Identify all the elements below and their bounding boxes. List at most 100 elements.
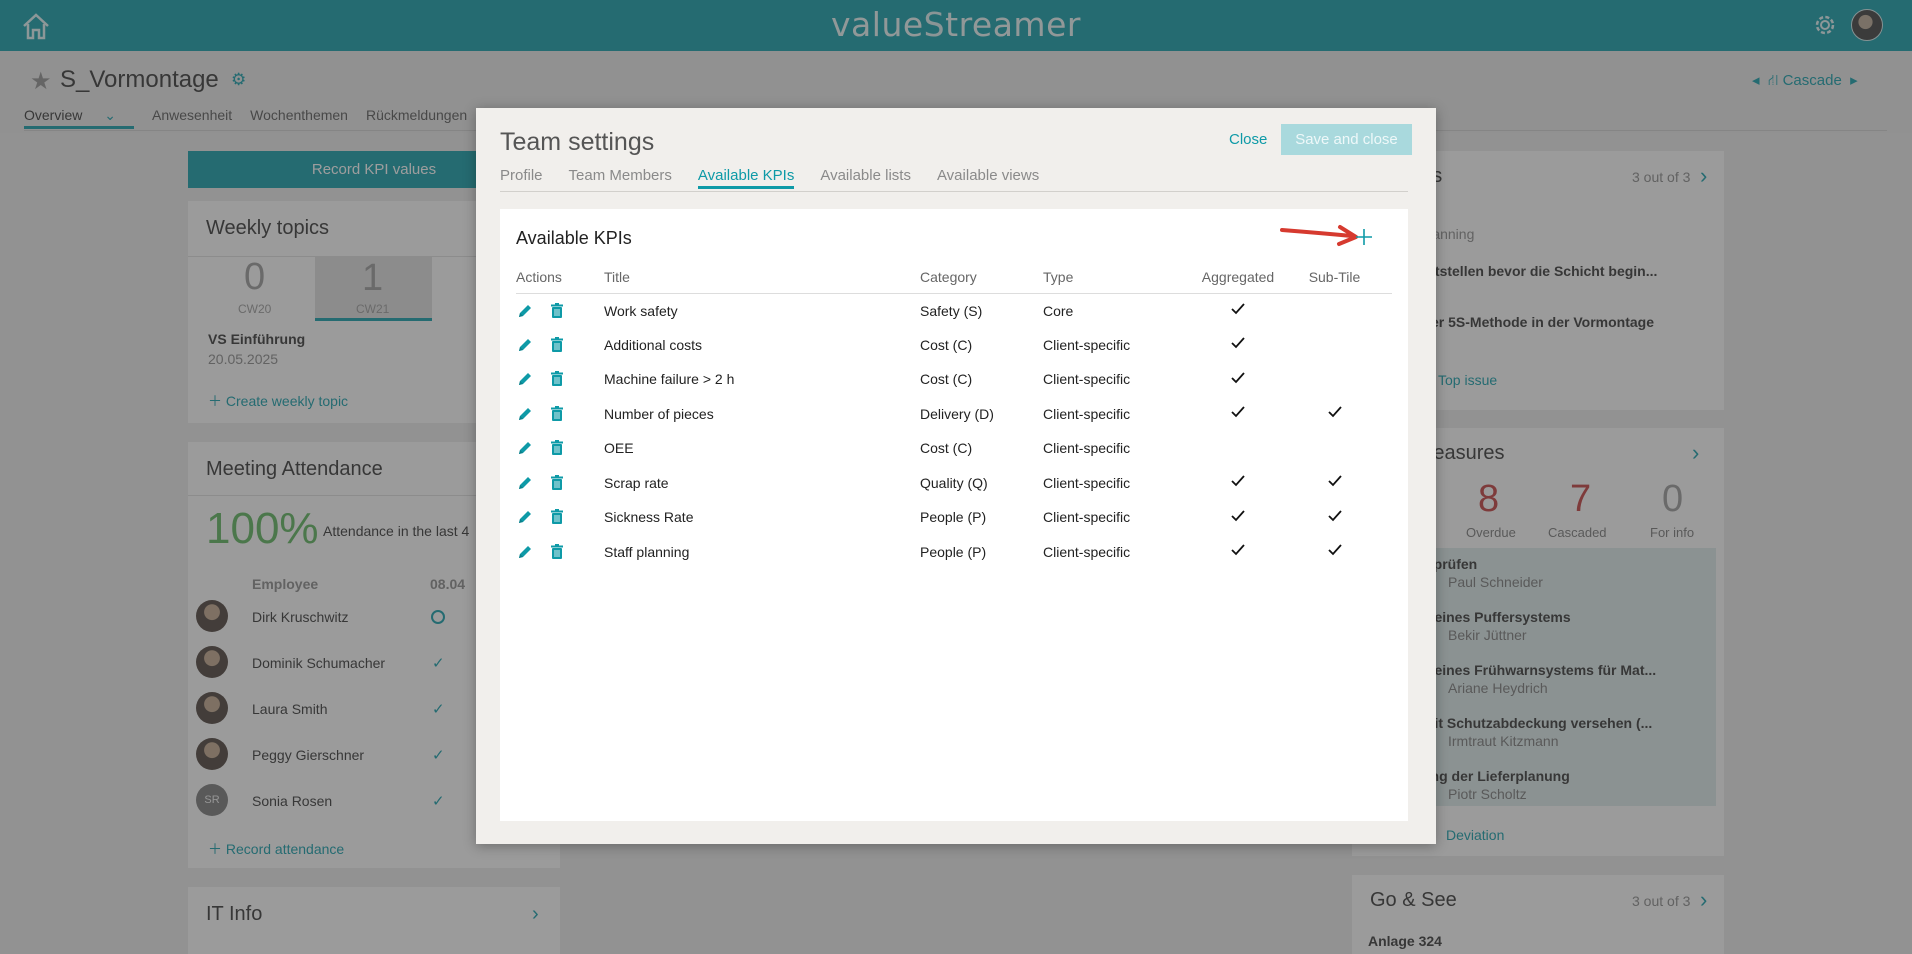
kpi-category: Safety (S) xyxy=(920,302,983,319)
kpi-subtile xyxy=(1293,362,1376,397)
row-actions xyxy=(516,362,604,397)
checkmark-icon xyxy=(1230,371,1246,385)
row-spacer xyxy=(1376,293,1392,328)
kpi-aggregated xyxy=(1183,397,1293,432)
kpi-subtile xyxy=(1293,328,1376,363)
row-actions xyxy=(516,293,604,328)
row-spacer xyxy=(1376,466,1392,501)
kpi-aggregated xyxy=(1183,328,1293,363)
checkmark-icon xyxy=(1230,336,1246,350)
tab-available-lists[interactable]: Available lists xyxy=(820,167,911,189)
kpi-table-body: Work safety Safety (S) Core Additional cost… xyxy=(516,293,1392,569)
edit-pencil-icon[interactable] xyxy=(516,405,534,423)
checkmark-icon xyxy=(1230,302,1246,316)
row-spacer xyxy=(1376,328,1392,363)
table-row: Additional costs Cost (C) Client-specific xyxy=(516,328,1392,363)
row-actions xyxy=(516,535,604,570)
kpi-category: People (P) xyxy=(920,543,987,560)
col-actions: Actions xyxy=(516,269,604,294)
edit-pencil-icon[interactable] xyxy=(516,336,534,354)
kpi-subtile xyxy=(1293,500,1376,535)
kpi-aggregated xyxy=(1183,362,1293,397)
edit-pencil-icon[interactable] xyxy=(516,508,534,526)
kpi-table: Actions Title Category Type Aggregated S… xyxy=(516,269,1392,569)
checkmark-icon xyxy=(1327,543,1343,557)
checkmark-icon xyxy=(1327,509,1343,523)
edit-pencil-icon[interactable] xyxy=(516,370,534,388)
kpi-title: Sickness Rate xyxy=(604,509,694,526)
close-button[interactable]: Close xyxy=(1229,131,1267,148)
kpi-title: Scrap rate xyxy=(604,474,669,491)
table-header-row: Actions Title Category Type Aggregated S… xyxy=(516,269,1392,294)
tab-available-kpis[interactable]: Available KPIs xyxy=(697,167,795,189)
kpi-type: Client-specific xyxy=(1043,543,1131,560)
tabs-divider xyxy=(500,191,1408,192)
available-kpis-panel: Available KPIs Actions Title Category Ty… xyxy=(500,209,1408,821)
kpi-title: Number of pieces xyxy=(604,405,714,422)
kpi-type: Client-specific xyxy=(1043,371,1131,388)
delete-trash-icon[interactable] xyxy=(548,336,566,354)
dialog-title: Team settings xyxy=(500,128,655,156)
kpi-category: Cost (C) xyxy=(920,336,973,353)
delete-trash-icon[interactable] xyxy=(548,474,566,492)
delete-trash-icon[interactable] xyxy=(548,370,566,388)
kpi-type: Client-specific xyxy=(1043,405,1131,422)
kpi-aggregated xyxy=(1183,500,1293,535)
kpi-category: People (P) xyxy=(920,509,987,526)
kpi-type: Core xyxy=(1043,302,1074,319)
edit-pencil-icon[interactable] xyxy=(516,302,534,320)
checkmark-icon xyxy=(1230,405,1246,419)
col-category[interactable]: Category xyxy=(920,269,1043,294)
settings-tabs: Profile Team Members Available KPIs Avai… xyxy=(500,167,1065,189)
kpi-type: Client-specific xyxy=(1043,336,1131,353)
table-row: OEE Cost (C) Client-specific xyxy=(516,431,1392,466)
kpi-category: Delivery (D) xyxy=(920,405,994,422)
table-row: Number of pieces Delivery (D) Client-speci… xyxy=(516,397,1392,432)
row-spacer xyxy=(1376,431,1392,466)
table-row: Scrap rate Quality (Q) Client-specific xyxy=(516,466,1392,501)
save-and-close-button[interactable]: Save and close xyxy=(1281,124,1412,155)
row-actions xyxy=(516,328,604,363)
delete-trash-icon[interactable] xyxy=(548,405,566,423)
col-title[interactable]: Title xyxy=(604,269,920,294)
row-actions xyxy=(516,500,604,535)
edit-pencil-icon[interactable] xyxy=(516,439,534,457)
kpi-category: Cost (C) xyxy=(920,371,973,388)
edit-pencil-icon[interactable] xyxy=(516,474,534,492)
delete-trash-icon[interactable] xyxy=(548,302,566,320)
col-aggregated[interactable]: Aggregated xyxy=(1183,269,1293,294)
table-row: Machine failure > 2 h Cost (C) Client-spec… xyxy=(516,362,1392,397)
kpi-title: OEE xyxy=(604,440,634,457)
kpi-subtile xyxy=(1293,535,1376,570)
checkmark-icon xyxy=(1327,474,1343,488)
tab-profile[interactable]: Profile xyxy=(500,167,543,189)
row-spacer xyxy=(1376,397,1392,432)
table-row: Sickness Rate People (P) Client-specific xyxy=(516,500,1392,535)
col-type[interactable]: Type xyxy=(1043,269,1183,294)
col-spacer xyxy=(1376,269,1392,294)
table-row: Staff planning People (P) Client-specific xyxy=(516,535,1392,570)
kpi-title: Machine failure > 2 h xyxy=(604,371,735,388)
delete-trash-icon[interactable] xyxy=(548,439,566,457)
delete-trash-icon[interactable] xyxy=(548,508,566,526)
kpi-subtile xyxy=(1293,466,1376,501)
checkmark-icon xyxy=(1327,405,1343,419)
kpi-category: Quality (Q) xyxy=(920,474,988,491)
col-subtile[interactable]: Sub-Tile xyxy=(1293,269,1376,294)
kpi-title: Staff planning xyxy=(604,543,690,560)
kpi-aggregated xyxy=(1183,431,1293,466)
kpi-subtile xyxy=(1293,431,1376,466)
edit-pencil-icon[interactable] xyxy=(516,543,534,561)
kpi-subtile xyxy=(1293,293,1376,328)
checkmark-icon xyxy=(1230,474,1246,488)
tab-available-views[interactable]: Available views xyxy=(937,167,1039,189)
add-kpi-plus-icon[interactable] xyxy=(1353,226,1375,248)
row-actions xyxy=(516,431,604,466)
red-arrow-annotation-icon xyxy=(1280,225,1358,246)
row-spacer xyxy=(1376,535,1392,570)
kpi-type: Client-specific xyxy=(1043,474,1131,491)
tab-team-members[interactable]: Team Members xyxy=(569,167,672,189)
kpi-title: Additional costs xyxy=(604,336,703,353)
kpi-type: Client-specific xyxy=(1043,440,1131,457)
delete-trash-icon[interactable] xyxy=(548,543,566,561)
